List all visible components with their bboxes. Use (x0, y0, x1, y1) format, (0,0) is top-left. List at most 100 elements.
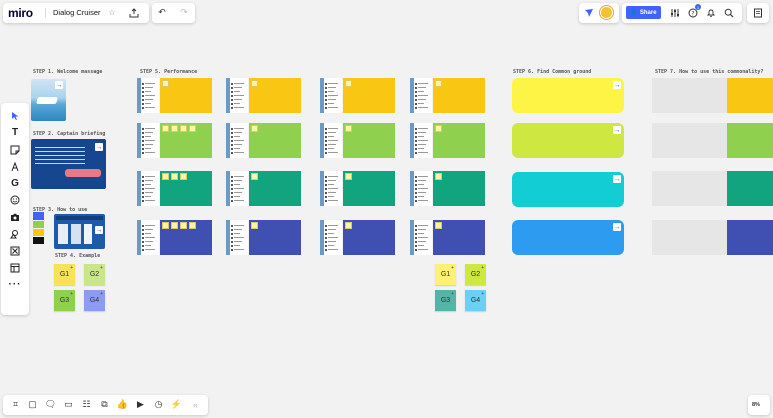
performance-color-block[interactable] (249, 78, 301, 113)
how-to-use-image[interactable]: → (54, 214, 105, 249)
performance-card[interactable] (320, 171, 395, 206)
template-icon[interactable] (1, 260, 29, 276)
small-note[interactable] (171, 222, 178, 229)
performance-card[interactable] (410, 220, 485, 255)
emoji-icon[interactable] (1, 192, 29, 208)
arrow-right-icon[interactable]: → (613, 223, 621, 231)
small-note[interactable] (189, 222, 196, 229)
performance-card[interactable] (320, 78, 395, 113)
performance-color-block[interactable] (249, 123, 301, 158)
collapse-icon[interactable]: « (190, 399, 201, 410)
small-note[interactable] (162, 222, 169, 229)
undo-icon[interactable]: ↶ (156, 6, 168, 19)
small-note[interactable] (251, 125, 258, 132)
small-note[interactable] (162, 80, 169, 87)
cursor-follow-icon[interactable] (583, 6, 595, 19)
star-icon[interactable]: ☆ (107, 7, 117, 18)
export-icon[interactable] (128, 6, 140, 19)
commonality-color-card[interactable] (727, 78, 773, 113)
stacked-notes-icon[interactable] (33, 212, 44, 245)
board-menu-icon[interactable] (752, 6, 764, 19)
performance-card[interactable] (137, 123, 212, 158)
small-note[interactable] (435, 125, 442, 132)
performance-card[interactable] (226, 78, 301, 113)
performance-color-block[interactable] (249, 171, 301, 206)
commonality-grey-card[interactable] (652, 220, 727, 255)
avatar[interactable] (600, 6, 613, 19)
performance-color-block[interactable] (343, 220, 395, 255)
performance-card[interactable] (226, 123, 301, 158)
common-ground-card-3[interactable]: → (512, 172, 624, 207)
example-sticky-note[interactable]: G3 + (54, 290, 75, 311)
example-sticky-note[interactable]: G2 + (465, 264, 486, 285)
performance-color-block[interactable] (160, 123, 212, 158)
board-title[interactable]: Dialog Cruiser (53, 8, 101, 17)
small-note[interactable] (162, 173, 169, 180)
add-icon[interactable]: + (451, 291, 454, 297)
performance-card[interactable] (320, 123, 395, 158)
small-note[interactable] (251, 222, 258, 229)
arrow-right-icon[interactable]: → (613, 175, 621, 183)
example-sticky-note[interactable]: G3 + (435, 290, 456, 311)
small-note[interactable] (435, 173, 442, 180)
chat-icon[interactable]: ▭ (63, 399, 74, 410)
share-screen-icon[interactable]: ⧉ (99, 399, 110, 410)
shapes-icon[interactable] (1, 226, 29, 242)
frame-x-icon[interactable] (1, 243, 29, 259)
more-tools-icon[interactable]: ··· (1, 277, 29, 293)
welcome-image[interactable]: → (31, 79, 66, 121)
google-icon[interactable]: G (1, 176, 29, 192)
performance-card[interactable] (410, 123, 485, 158)
performance-card[interactable] (410, 171, 485, 206)
like-icon[interactable]: 👍 (117, 399, 128, 410)
example-sticky-note[interactable]: G2 + (84, 264, 105, 285)
small-note[interactable] (251, 173, 258, 180)
small-note[interactable] (171, 173, 178, 180)
add-icon[interactable]: + (100, 291, 103, 297)
arrow-right-icon[interactable]: → (95, 226, 103, 234)
example-sticky-note[interactable]: G1 + (435, 264, 456, 285)
common-ground-card-1[interactable]: → (512, 78, 624, 113)
performance-color-block[interactable] (433, 220, 485, 255)
settings-sliders-icon[interactable] (669, 6, 681, 19)
zoom-level[interactable]: 8% (752, 402, 760, 408)
performance-card[interactable] (137, 220, 212, 255)
small-note[interactable] (435, 222, 442, 229)
add-icon[interactable]: + (70, 291, 73, 297)
example-sticky-note[interactable]: G4 + (465, 290, 486, 311)
select-cursor-icon[interactable] (1, 108, 29, 124)
performance-color-block[interactable] (249, 220, 301, 255)
small-note[interactable] (435, 80, 442, 87)
performance-color-block[interactable] (433, 171, 485, 206)
comment-icon[interactable]: 🗨 (45, 399, 56, 410)
small-note[interactable] (345, 80, 352, 87)
arrow-right-icon[interactable]: → (55, 81, 63, 89)
small-note[interactable] (345, 125, 352, 132)
small-note[interactable] (189, 125, 196, 132)
performance-card[interactable] (137, 171, 212, 206)
small-note[interactable] (345, 173, 352, 180)
commonality-color-card[interactable] (727, 220, 773, 255)
performance-color-block[interactable] (343, 123, 395, 158)
frames-icon[interactable]: ⌗ (10, 399, 21, 410)
miro-logo[interactable]: miro (8, 6, 33, 20)
add-icon[interactable]: + (481, 265, 484, 271)
commonality-color-card[interactable] (727, 123, 773, 158)
share-button[interactable]: 👤 Share (626, 6, 661, 19)
add-icon[interactable]: + (481, 291, 484, 297)
performance-card[interactable] (410, 78, 485, 113)
sticky-note-icon[interactable] (1, 142, 29, 158)
small-note[interactable] (180, 125, 187, 132)
redo-icon[interactable]: ↷ (178, 6, 190, 19)
performance-color-block[interactable] (343, 78, 395, 113)
small-note[interactable] (180, 173, 187, 180)
add-icon[interactable]: + (100, 265, 103, 271)
example-sticky-note[interactable]: G4 + (84, 290, 105, 311)
cards-icon[interactable]: ☷ (81, 399, 92, 410)
performance-color-block[interactable] (433, 78, 485, 113)
lightning-icon[interactable]: ⚡ (171, 399, 182, 410)
arrow-right-icon[interactable]: → (613, 81, 621, 89)
pen-icon[interactable] (1, 159, 29, 175)
performance-color-block[interactable] (160, 171, 212, 206)
performance-card[interactable] (320, 220, 395, 255)
